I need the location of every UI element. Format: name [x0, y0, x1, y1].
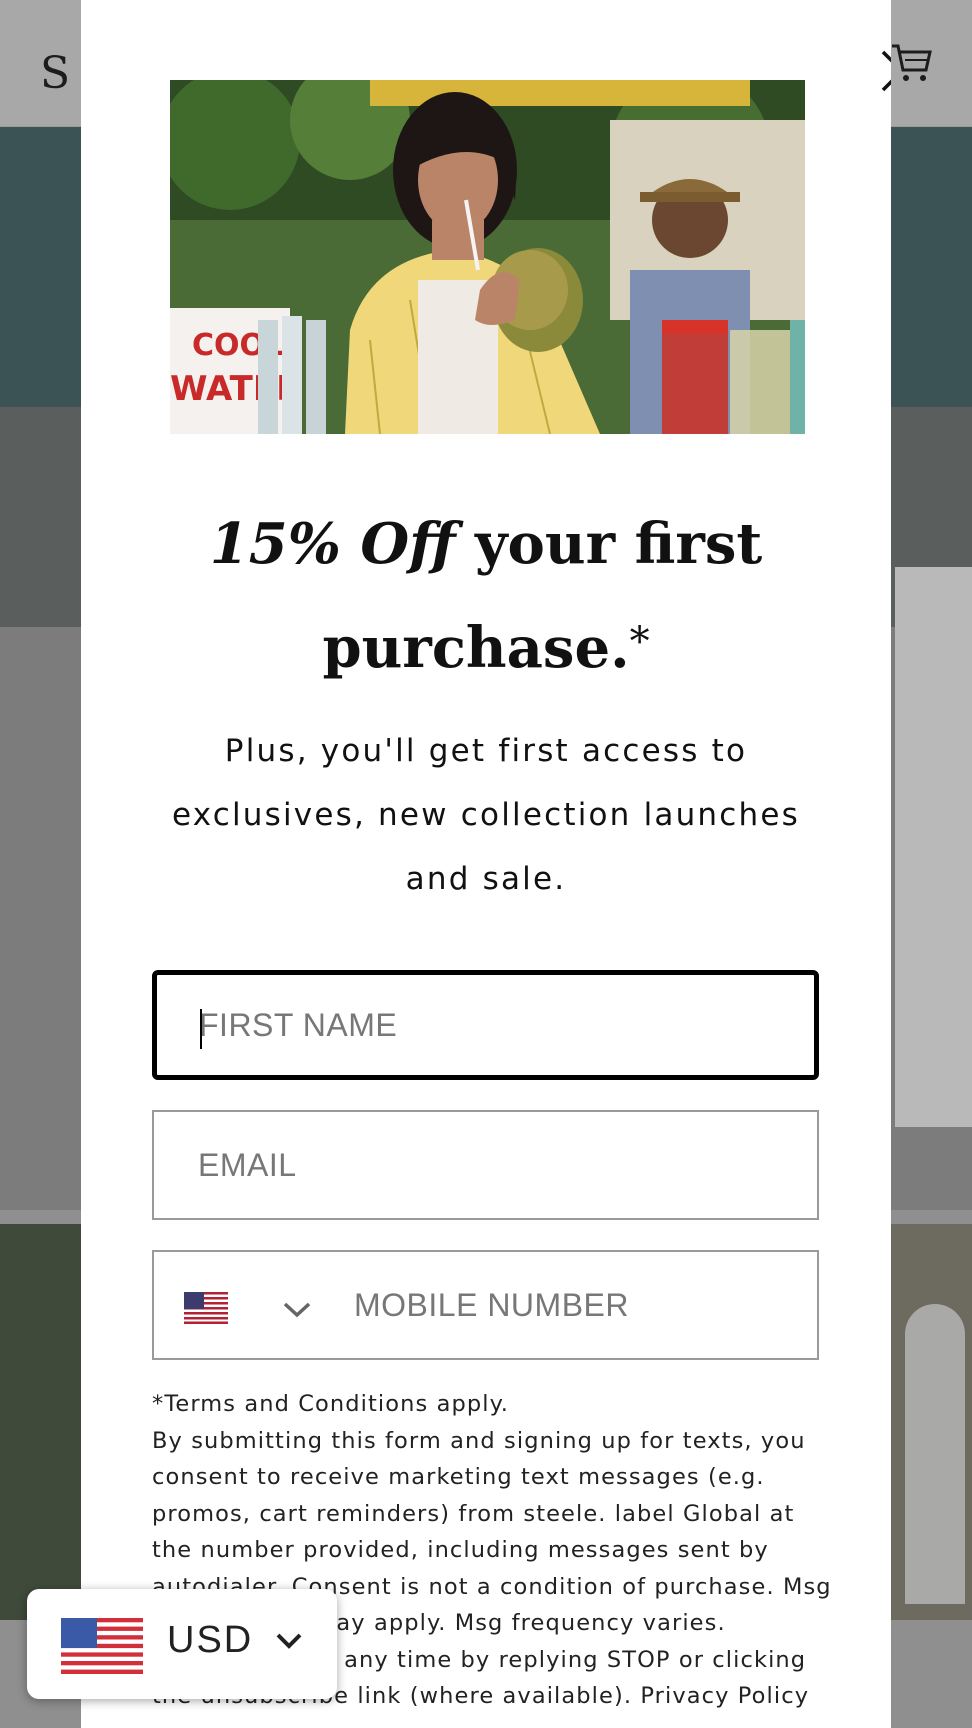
- headline-asterisk: *: [629, 619, 650, 665]
- cart-icon[interactable]: [888, 40, 934, 86]
- phone-field[interactable]: [152, 1250, 819, 1360]
- chevron-down-icon: [283, 1302, 311, 1318]
- close-button[interactable]: [861, 30, 891, 110]
- country-code-select[interactable]: [180, 1288, 330, 1328]
- mobile-number-input[interactable]: [354, 1252, 814, 1358]
- headline-emphasis: 15% Off: [209, 511, 456, 577]
- email-input[interactable]: [154, 1112, 817, 1218]
- terms-heading: *Terms and Conditions apply.: [152, 1391, 510, 1417]
- chevron-down-icon: [276, 1633, 302, 1649]
- us-flag-icon: [184, 1292, 228, 1324]
- us-flag-icon: [61, 1618, 143, 1674]
- email-field[interactable]: [152, 1110, 819, 1220]
- popup-subtext: Plus, you'll get first access to exclusi…: [171, 733, 800, 897]
- popup-headline: 15% Off your first purchase.*: [81, 495, 891, 697]
- privacy-policy-link[interactable]: Privacy Policy: [640, 1683, 809, 1709]
- site-logo[interactable]: S: [40, 48, 70, 99]
- first-name-field[interactable]: [152, 970, 819, 1080]
- first-name-input[interactable]: [157, 975, 814, 1075]
- close-icon: [881, 50, 891, 92]
- popup-hero-image: COOL WATER: [170, 80, 805, 434]
- text-caret: [200, 1009, 202, 1049]
- currency-switcher[interactable]: USD: [27, 1589, 337, 1699]
- currency-code: USD: [167, 1619, 254, 1661]
